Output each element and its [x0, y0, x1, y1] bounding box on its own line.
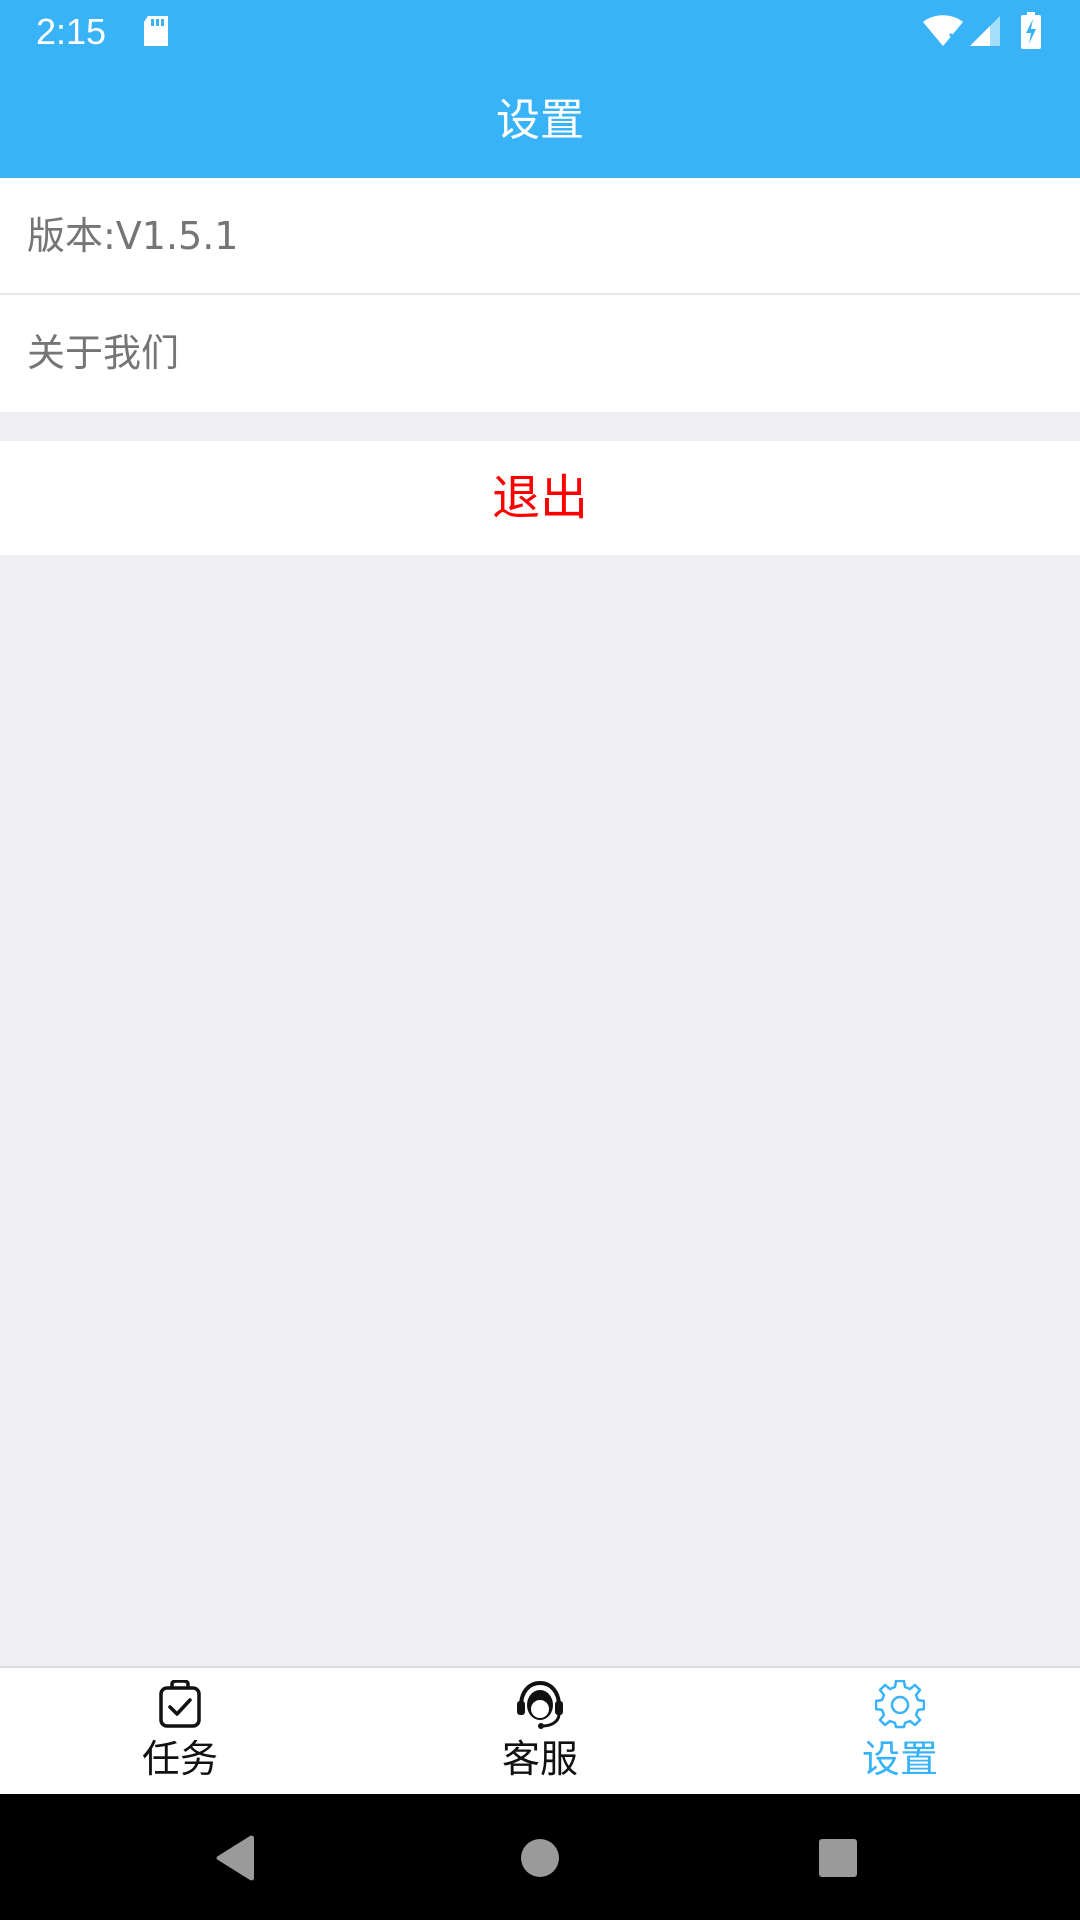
gear-icon	[874, 1679, 926, 1730]
logout-button[interactable]: 退出	[0, 441, 1080, 555]
home-icon[interactable]	[520, 1838, 560, 1882]
tab-customer-service-label: 客服	[501, 1737, 578, 1781]
version-row: 版本:V1.5.1	[0, 178, 1080, 295]
battery-charging-icon	[1020, 12, 1042, 54]
clipboard-check-icon	[155, 1679, 205, 1730]
about-us-row[interactable]: 关于我们	[0, 295, 1080, 412]
tab-customer-service[interactable]: 客服	[360, 1668, 720, 1794]
settings-screen: 2:15 设置 版本:V1.5.1 关于我们 退出 任务 客服 设置	[0, 0, 1080, 1920]
page-title: 设置	[496, 95, 584, 146]
status-time: 2:15	[36, 11, 107, 52]
signal-icon	[968, 14, 1002, 52]
about-us-label: 关于我们	[27, 331, 180, 375]
tab-tasks[interactable]: 任务	[0, 1668, 360, 1794]
recents-icon[interactable]	[818, 1838, 858, 1882]
tab-tasks-label: 任务	[141, 1737, 218, 1781]
bottom-tab-bar: 任务 客服 设置	[0, 1666, 1080, 1794]
wifi-icon	[922, 14, 964, 52]
back-icon[interactable]	[214, 1835, 258, 1885]
system-nav-bar	[0, 1794, 1080, 1920]
version-label: 版本:V1.5.1	[27, 214, 239, 258]
tab-settings-label: 设置	[861, 1737, 938, 1781]
tab-settings[interactable]: 设置	[720, 1668, 1080, 1794]
logout-label: 退出	[491, 470, 588, 526]
sd-card-icon	[142, 14, 170, 52]
headset-agent-icon	[515, 1680, 565, 1730]
status-bar: 2:15	[0, 0, 1080, 64]
app-bar: 设置	[0, 64, 1080, 178]
